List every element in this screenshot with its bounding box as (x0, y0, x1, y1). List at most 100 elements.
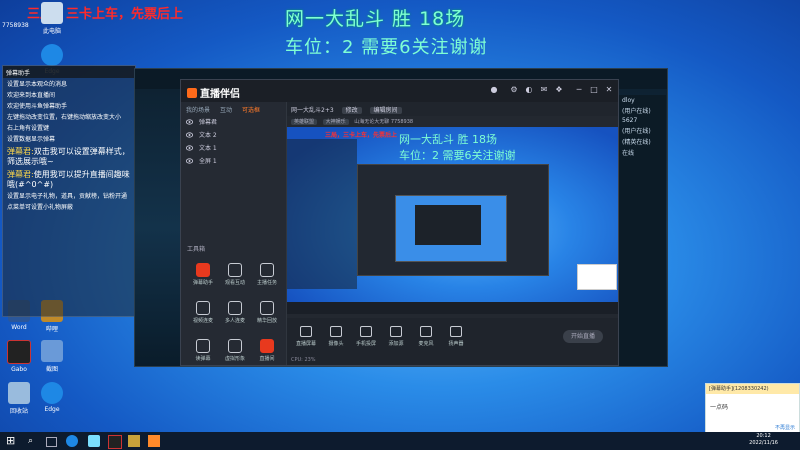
scene-item[interactable]: 文本 2 (181, 129, 286, 142)
start-live-button[interactable]: 开始直播 (563, 330, 603, 343)
friend-entry[interactable]: (用户在线) (622, 106, 662, 115)
mic-button[interactable]: 麦克风 (411, 326, 441, 347)
notification-body: 一点码 (710, 404, 729, 411)
scene-label: 全屏 1 (199, 158, 217, 165)
app-topbar: 直播伴侣 ● ⚙ ◐ ✉ ❖ ─ □ ✕ (181, 80, 618, 102)
danmu-message: 设置显示本观众的消息 (7, 81, 68, 88)
eye-icon[interactable] (186, 132, 193, 138)
friend-entry[interactable]: dloy (622, 97, 662, 104)
lol-icon[interactable] (128, 435, 140, 447)
phone-cast-button[interactable]: 手机投屏 (351, 326, 381, 347)
replay-icon (260, 301, 274, 315)
scene-item[interactable]: 弹幕君 (181, 116, 286, 129)
desktop-icon-label: 截图 (45, 366, 58, 373)
scene-item[interactable]: 文本 1 (181, 142, 286, 155)
edit-room-button[interactable]: 编辑房间 (369, 107, 402, 114)
edge-icon (41, 44, 63, 66)
edge-icon[interactable] (66, 435, 78, 447)
edit-title-button[interactable]: 修改 (341, 107, 362, 114)
app-logo: 直播伴侣 (187, 85, 240, 100)
friend-entry[interactable]: (用户在线) (622, 126, 662, 135)
tab-optional[interactable]: 可选框 (237, 102, 265, 116)
stream-preview[interactable]: 三局，三卡上车，先票后上 网一大乱斗 胜 18场 车位：2 需要6关注谢谢 (287, 127, 618, 314)
danmu-helper-panel[interactable]: 弹幕助手 设置显示本观众的消息 欢迎来到本直播间 欢迎使用斗鱼弹幕助手 左键拖动… (2, 65, 136, 317)
avatar[interactable]: ● (489, 85, 499, 95)
desktop-icon-edge-2[interactable]: Edge (35, 382, 69, 413)
game-icon[interactable] (108, 435, 122, 449)
task-icon (260, 263, 274, 277)
preview-nested-app (415, 205, 481, 245)
room-icon (260, 339, 274, 353)
mail-icon[interactable]: ✉ (539, 85, 549, 95)
video-icon (196, 301, 210, 315)
danmu-header: 弹幕助手 (3, 66, 135, 78)
mic-icon (420, 326, 432, 337)
notification-popup[interactable]: [弹幕助手](1208330242) 一点码 不再显示 (705, 383, 800, 435)
danmu-author: 弹幕君: (7, 147, 34, 156)
screenshot-icon (41, 340, 63, 362)
tool-label: 多人连麦 (224, 318, 245, 324)
bottom-label: 摄像头 (328, 341, 344, 347)
bottom-label: 手机投屏 (355, 341, 376, 347)
room-title-bar: 网一大乱斗2+3 修改 编辑房间 (287, 102, 618, 116)
tool-avatar[interactable]: 虚拟形象 (219, 336, 251, 368)
category-tag[interactable]: 英雄联盟 (291, 119, 318, 125)
skin-icon[interactable]: ◐ (524, 85, 534, 95)
maximize-icon[interactable]: □ (589, 85, 599, 95)
desktop-icon-computer[interactable]: 此电脑 (35, 2, 69, 35)
tool-read-danmu[interactable]: 读弹幕 (187, 336, 219, 368)
eye-icon[interactable] (186, 119, 193, 125)
game-friends-sidebar[interactable]: dloy (用户在线) 5627 (用户在线) (精英在线) 在线 (618, 95, 666, 365)
danmu-message: 设置显示电子礼物，道具，贡献榜，钻粉开通 (7, 193, 128, 200)
notification-dismiss-link[interactable]: 不再显示 (775, 424, 795, 431)
tab-my-scenes[interactable]: 我的场景 (181, 102, 215, 116)
scene-item[interactable]: 全屏 1 (181, 155, 286, 168)
tool-room[interactable]: 直播间 (251, 336, 283, 368)
close-icon[interactable]: ✕ (604, 85, 614, 95)
tab-interaction[interactable]: 互动 (215, 102, 237, 116)
add-screen-button[interactable]: 直播屏幕 (291, 326, 321, 347)
tool-replay[interactable]: 精华回放 (251, 298, 283, 330)
tool-multi-link[interactable]: 多人连麦 (219, 298, 251, 330)
app-icon[interactable] (88, 435, 100, 447)
add-camera-button[interactable]: 摄像头 (321, 326, 351, 347)
preview-notification (577, 264, 617, 290)
scene-label: 文本 1 (199, 145, 217, 152)
bottom-label: 添加源 (388, 341, 404, 347)
danmu-author: 弹幕君: (7, 170, 34, 179)
friend-entry[interactable]: 在线 (622, 148, 662, 157)
taskview-icon[interactable] (46, 437, 57, 447)
sub-category-tag[interactable]: 大神娱乐 (322, 119, 349, 125)
eye-icon[interactable] (186, 145, 193, 151)
settings-icon[interactable]: ⚙ (509, 85, 519, 95)
desktop-icon-recycle[interactable]: 回收站 (2, 382, 36, 415)
room-id: 7758938 (390, 119, 414, 125)
speaker-button[interactable]: 扬声器 (441, 326, 471, 347)
friend-entry[interactable]: (精英在线) (622, 137, 662, 146)
tool-task[interactable]: 主播任务 (251, 260, 283, 292)
overlay-subtitle: 车位：2 需要6关注谢谢 (285, 37, 488, 58)
tool-danmu[interactable]: 弹幕助手 (187, 260, 219, 292)
obs-icon[interactable] (148, 435, 160, 447)
eye-icon[interactable] (186, 158, 193, 164)
tool-viewer[interactable]: 观看互动 (219, 260, 251, 292)
bottom-label: 扬声器 (448, 341, 464, 347)
desktop-icon-label: 此电脑 (42, 28, 61, 35)
scene-label: 弹幕君 (199, 119, 218, 126)
recycle-bin-icon (8, 382, 30, 404)
toolbox-grid: 弹幕助手 观看互动 主播任务 视频连麦 多人连麦 精华回放 读弹幕 虚拟形象 直… (187, 260, 283, 368)
desktop-icon-label: 哔哩 (45, 326, 58, 333)
tool-video-link[interactable]: 视频连麦 (187, 298, 219, 330)
computer-icon (41, 2, 63, 24)
add-source-button[interactable]: 添加源 (381, 326, 411, 347)
start-icon[interactable]: ⊞ (6, 435, 18, 447)
gift-icon[interactable]: ❖ (554, 85, 564, 95)
stream-companion-window[interactable]: 直播伴侣 ● ⚙ ◐ ✉ ❖ ─ □ ✕ 我的场景 互动 可选框 弹幕君 文本 … (180, 79, 619, 366)
search-icon[interactable]: ⌕ (28, 435, 40, 447)
multi-icon (228, 301, 242, 315)
desktop-icon-screenshot[interactable]: 截图 (35, 340, 69, 373)
minimize-icon[interactable]: ─ (574, 85, 584, 95)
friend-entry[interactable]: 5627 (622, 117, 662, 124)
system-clock[interactable]: 20:12 2022/11/16 (749, 433, 778, 447)
desktop-icon-game[interactable]: Gabo (2, 340, 36, 373)
